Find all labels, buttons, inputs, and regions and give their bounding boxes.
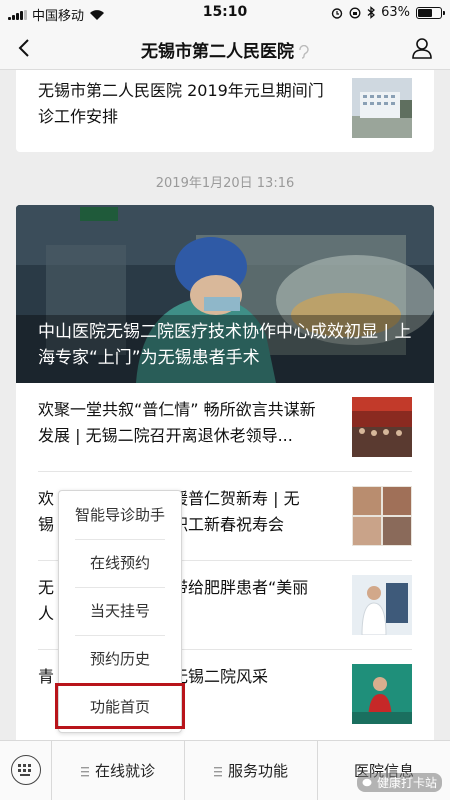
article-thumbnail [352,397,412,457]
bluetooth-icon [367,6,376,19]
hero-caption: 中山医院无锡二院医疗技术协作中心成效初显 | 上海专家“上门”为无锡患者手术 [38,322,412,368]
article-title-start: 青 [38,667,55,686]
profile-icon[interactable] [410,36,434,60]
article-title-start: 无 [38,578,55,597]
article-thumbnail [352,575,412,635]
nav-bar: 无锡市第二人民医院 [0,26,450,70]
keyboard-icon [11,755,41,785]
keyboard-toggle[interactable] [0,741,52,800]
menu-lines-icon [80,766,89,776]
watermark: 健康打卡站 [356,773,442,792]
article-title-start: 欢 [38,489,55,508]
tab-online-consultation[interactable]: 在线就诊 [52,741,185,800]
menu-lines-icon [213,766,222,776]
hero-article[interactable]: 中山医院无锡二院医疗技术协作中心成效初显 | 上海专家“上门”为无锡患者手术 [16,205,434,383]
article-thumbnail [352,78,412,138]
article-title-end: 职工新春祝寿会 [172,515,285,534]
article-title-end: 带给肥胖患者“美丽 [172,578,309,597]
page-title: 无锡市第二人民医院 [0,37,450,62]
article-card[interactable]: 无锡市第二人民医院 2019年元旦期间门诊工作安排 [16,70,434,152]
tab-services[interactable]: 服务功能 [185,741,318,800]
alarm-icon [331,7,343,19]
list-item[interactable]: 无锡市第二人民医院 2019年元旦期间门诊工作安排 [16,70,434,152]
article-title-start: 锡 [38,515,55,534]
article-title: 无锡市第二人民医院 2019年元旦期间门诊工作安排 [38,81,324,126]
article-title-end: 无锡二院风采 [172,667,269,686]
wechat-icon [362,778,372,786]
article-title-start: 人 [38,604,55,623]
orientation-lock-icon [349,7,361,18]
list-item[interactable]: 欢聚一堂共叙“普仁情” 畅所欲言共谋新发展 | 无锡二院召开离退休老领导... [16,383,434,471]
highlight-box [55,683,185,729]
status-bar: 中国移动 15:10 63% [0,0,450,26]
battery-percent: 63% [381,5,410,20]
article-title: 欢聚一堂共叙“普仁情” 畅所欲言共谋新发展 | 无锡二院召开离退休老领导... [38,400,316,445]
article-thumbnail [352,664,412,724]
ear-icon [299,45,309,59]
menu-item-same-day-registration[interactable]: 当天挂号 [59,587,181,635]
bottom-menu-bar: 在线就诊 服务功能 医院信息 健康打卡站 [0,740,450,800]
menu-item-booking-history[interactable]: 预约历史 [59,635,181,683]
article-title-end: 暖普仁贺新寿 | 无 [172,489,300,508]
article-thumbnail [352,486,412,546]
menu-item-smart-guide[interactable]: 智能导诊助手 [59,491,181,539]
menu-item-online-booking[interactable]: 在线预约 [59,539,181,587]
message-timestamp: 2019年1月20日 13:16 [155,176,295,191]
battery-icon [416,6,445,19]
